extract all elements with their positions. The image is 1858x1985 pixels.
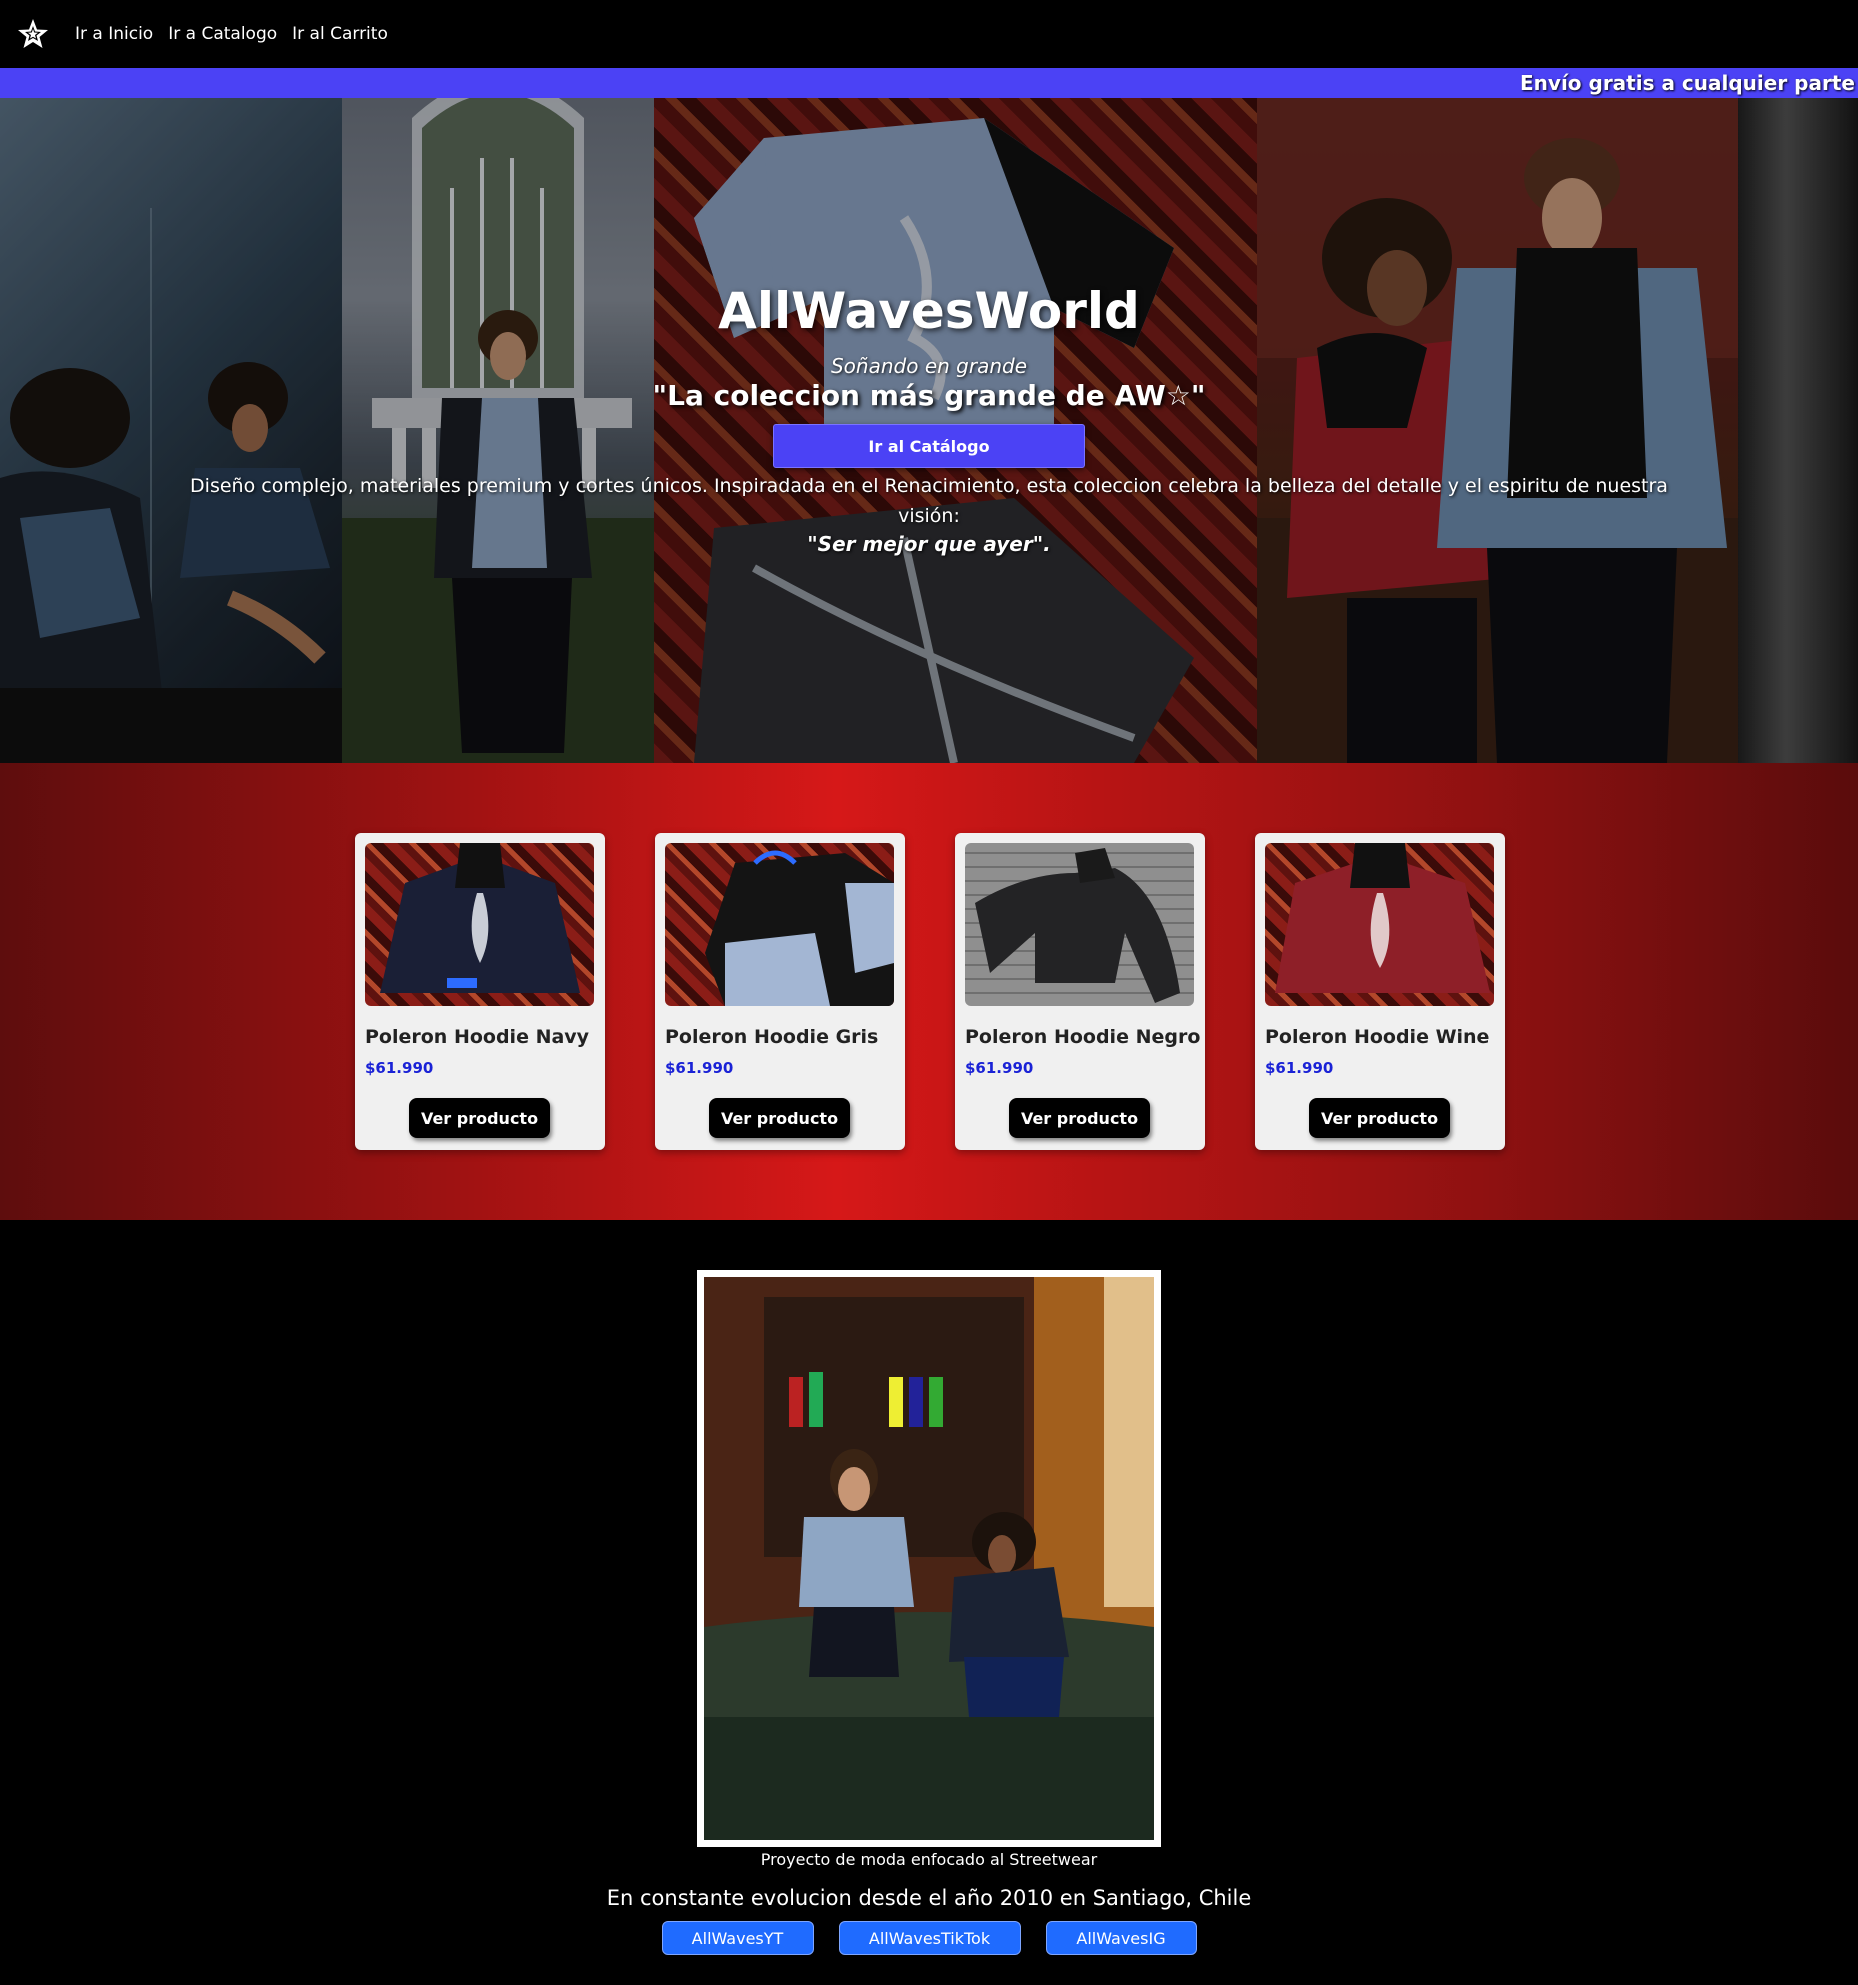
top-nav: Ir a Inicio Ir a Catalogo Ir al Carrito	[0, 0, 1858, 68]
product-image-navy[interactable]	[365, 843, 594, 1006]
product-name: Poleron Hoodie Negro	[965, 1026, 1201, 1048]
product-name: Poleron Hoodie Wine	[1265, 1026, 1490, 1048]
instagram-link-button[interactable]: AllWavesIG	[1045, 1921, 1197, 1955]
star-logo-icon[interactable]	[17, 18, 49, 50]
brand-photo	[704, 1277, 1154, 1840]
products-section: Poleron Hoodie Navy $61.990 Ver producto…	[0, 763, 1858, 1220]
photo-caption: Proyecto de moda enfocado al Streetwear	[760, 1850, 1098, 1869]
product-name: Poleron Hoodie Gris	[665, 1026, 879, 1048]
hero-description: Diseño complejo, materiales premium y co…	[190, 475, 1668, 527]
catalog-button[interactable]: Ir al Catálogo	[773, 424, 1085, 468]
nav-link-catalogo[interactable]: Ir a Catalogo	[168, 24, 277, 44]
shipping-banner-text: Envío gratis a cualquier parte de	[1520, 71, 1858, 95]
product-card: Poleron Hoodie Navy $61.990 Ver producto	[355, 833, 605, 1150]
hero-title: AllWavesWorld	[718, 282, 1140, 340]
hero-section: AllWavesWorld Soñando en grande "La cole…	[0, 98, 1858, 763]
nav-link-carrito[interactable]: Ir al Carrito	[292, 24, 388, 44]
product-card: Poleron Hoodie Gris $61.990 Ver producto	[655, 833, 905, 1150]
product-price: $61.990	[1265, 1059, 1334, 1077]
hero-quote: "La coleccion más grande de AW☆"	[652, 379, 1206, 412]
hero-subtitle: Soñando en grande	[830, 354, 1027, 378]
view-product-button[interactable]: Ver producto	[709, 1098, 850, 1138]
nav-links: Ir a Inicio Ir a Catalogo Ir al Carrito	[75, 24, 388, 44]
hero-motto: "Ser mejor que ayer".	[807, 532, 1051, 556]
view-product-button[interactable]: Ver producto	[409, 1098, 550, 1138]
product-card: Poleron Hoodie Wine $61.990 Ver producto	[1255, 833, 1505, 1150]
product-card: Poleron Hoodie Negro $61.990 Ver product…	[955, 833, 1205, 1150]
shipping-banner: Envío gratis a cualquier parte de	[0, 68, 1858, 98]
tiktok-link-button[interactable]: AllWavesTikTok	[838, 1921, 1021, 1955]
product-name: Poleron Hoodie Navy	[365, 1026, 590, 1048]
hero-content: AllWavesWorld Soñando en grande "La cole…	[0, 98, 1858, 763]
brand-photo-frame	[697, 1270, 1161, 1847]
brand-tagline: En constante evolucion desde el año 2010…	[606, 1886, 1252, 1910]
nav-link-inicio[interactable]: Ir a Inicio	[75, 24, 153, 44]
view-product-button[interactable]: Ver producto	[1309, 1098, 1450, 1138]
product-price: $61.990	[965, 1059, 1034, 1077]
social-links: AllWavesYT AllWavesTikTok AllWavesIG	[0, 1921, 1858, 1955]
product-image-gris[interactable]	[665, 843, 894, 1006]
product-image-wine[interactable]	[1265, 843, 1494, 1006]
product-price: $61.990	[665, 1059, 734, 1077]
view-product-button[interactable]: Ver producto	[1009, 1098, 1150, 1138]
product-price: $61.990	[365, 1059, 434, 1077]
product-image-negro[interactable]	[965, 843, 1194, 1006]
youtube-link-button[interactable]: AllWavesYT	[661, 1921, 814, 1955]
